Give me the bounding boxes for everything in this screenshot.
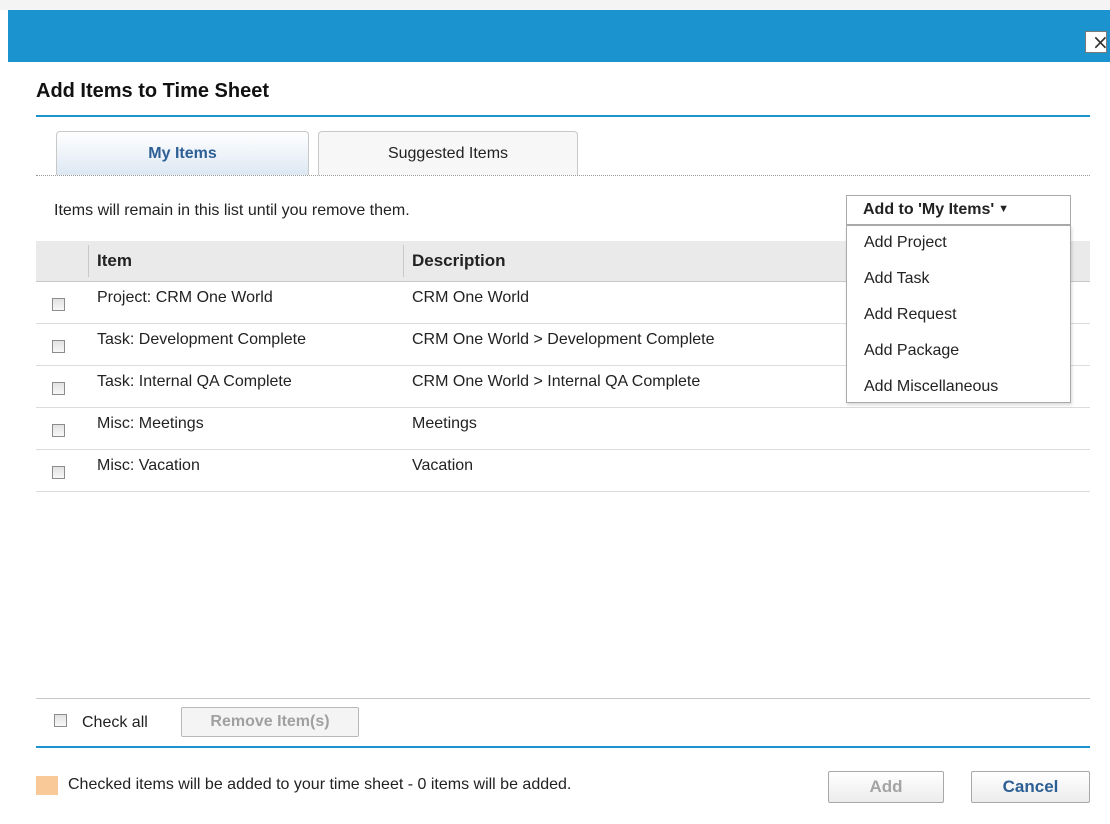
caret-down-icon: ▼ bbox=[998, 203, 1010, 215]
close-icon[interactable]: × bbox=[1085, 31, 1109, 53]
background-app-strip bbox=[0, 0, 1110, 10]
column-separator bbox=[403, 245, 404, 277]
row-checkbox[interactable] bbox=[52, 298, 65, 311]
row-checkbox[interactable] bbox=[52, 424, 65, 437]
row-checkbox[interactable] bbox=[52, 466, 65, 479]
remove-items-button[interactable]: Remove Item(s) bbox=[181, 707, 359, 737]
row-item: Project: CRM One World bbox=[97, 289, 273, 306]
row-description: Vacation bbox=[412, 457, 474, 474]
column-header-description: Description bbox=[412, 251, 506, 270]
check-all-label: Check all bbox=[82, 714, 148, 731]
row-item: Misc: Meetings bbox=[97, 415, 204, 432]
row-description: CRM One World > Development Complete bbox=[412, 331, 715, 348]
menu-item-add-project[interactable]: Add Project bbox=[864, 234, 947, 252]
legend-swatch bbox=[36, 776, 58, 795]
row-description: CRM One World bbox=[412, 289, 530, 306]
dialog-titlebar: × bbox=[8, 10, 1110, 62]
row-description: CRM One World > Internal QA Complete bbox=[412, 373, 701, 390]
menu-item-add-package[interactable]: Add Package bbox=[864, 342, 959, 360]
table-row[interactable]: Misc: Meetings Meetings bbox=[36, 408, 1090, 450]
row-description: Meetings bbox=[412, 415, 477, 432]
footer-divider bbox=[36, 698, 1090, 699]
row-item: Task: Development Complete bbox=[97, 331, 306, 348]
row-item: Misc: Vacation bbox=[97, 457, 200, 474]
cancel-button[interactable]: Cancel bbox=[971, 771, 1090, 803]
table-row[interactable]: Misc: Vacation Vacation bbox=[36, 450, 1090, 492]
column-separator bbox=[88, 245, 89, 277]
footer-accent-divider bbox=[36, 746, 1090, 748]
column-header-item: Item bbox=[97, 251, 132, 270]
title-divider bbox=[36, 115, 1090, 117]
row-checkbox[interactable] bbox=[52, 340, 65, 353]
row-item: Task: Internal QA Complete bbox=[97, 373, 292, 390]
add-dropdown-label: Add to 'My Items' bbox=[863, 201, 995, 218]
add-to-my-items-dropdown[interactable]: Add to 'My Items' ▼ bbox=[846, 195, 1071, 225]
add-button[interactable]: Add bbox=[828, 771, 944, 803]
info-text: Items will remain in this list until you… bbox=[54, 202, 410, 219]
menu-item-add-request[interactable]: Add Request bbox=[864, 306, 957, 324]
add-items-dialog: × Add Items to Time Sheet My Items Sugge… bbox=[8, 10, 1110, 824]
row-checkbox[interactable] bbox=[52, 382, 65, 395]
menu-item-add-miscellaneous[interactable]: Add Miscellaneous bbox=[864, 378, 998, 396]
check-all-checkbox[interactable] bbox=[54, 714, 67, 727]
tab-my-items[interactable]: My Items bbox=[56, 131, 309, 175]
status-text: Checked items will be added to your time… bbox=[68, 776, 572, 793]
dialog-title: Add Items to Time Sheet bbox=[36, 80, 270, 102]
tab-suggested-items[interactable]: Suggested Items bbox=[318, 131, 578, 175]
add-items-menu: Add Project Add Task Add Request Add Pac… bbox=[846, 225, 1071, 403]
menu-item-add-task[interactable]: Add Task bbox=[864, 270, 930, 288]
tab-baseline bbox=[36, 175, 1090, 176]
